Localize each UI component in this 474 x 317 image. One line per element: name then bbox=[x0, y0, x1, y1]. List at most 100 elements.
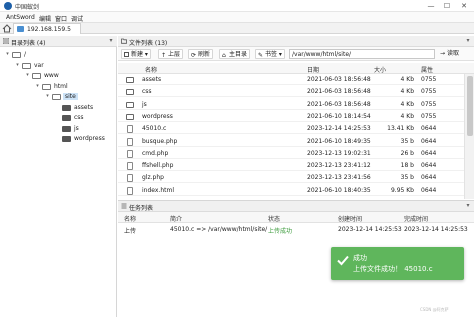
file-name: 45010.c bbox=[142, 125, 167, 133]
task-column-done[interactable]: 完成时间 bbox=[404, 214, 428, 223]
minimize-button[interactable]: — bbox=[424, 1, 438, 11]
tree-item[interactable]: js bbox=[54, 124, 114, 134]
file-size: 35 b bbox=[400, 137, 414, 145]
menu-window[interactable]: 窗口 bbox=[55, 14, 67, 23]
file-row[interactable]: js 2021-06-03 18:56:48 4 Kb 0755 bbox=[118, 100, 474, 110]
tree-item[interactable]: ▾ html bbox=[34, 82, 114, 92]
file-row[interactable]: index.html 2021-06-10 18:40:35 9.95 Kb 0644 bbox=[118, 186, 474, 196]
file-row[interactable]: cmd.php 2023-12-13 19:02:31 26 b 0644 bbox=[118, 149, 474, 159]
collapse-panel-icon[interactable]: ▾ bbox=[107, 37, 115, 45]
tree-item-label: var bbox=[34, 61, 44, 69]
tree-item[interactable]: css bbox=[54, 113, 114, 123]
tree-item[interactable]: ▾ www bbox=[24, 71, 114, 81]
file-icon bbox=[127, 149, 133, 158]
new-button[interactable]: 新建 ▾ bbox=[121, 49, 151, 59]
task-row[interactable]: 上传 45010.c => /var/www/html/site/ 上传成功 2… bbox=[118, 224, 474, 235]
menu-antsword[interactable]: AntSword bbox=[6, 14, 35, 21]
task-column-name[interactable]: 名称 bbox=[124, 214, 136, 223]
refresh-icon: ⟳ bbox=[191, 52, 197, 59]
file-grid-header: 名称 日期 大小 属性 bbox=[118, 63, 474, 74]
file-size: 35 b bbox=[400, 174, 414, 182]
tree-item-label: www bbox=[44, 72, 59, 79]
task-status: 上传成功 bbox=[268, 228, 293, 235]
file-row[interactable]: ffshell.php 2023-12-13 23:41:12 18 b 0644 bbox=[118, 161, 474, 172]
task-name: 上传 bbox=[124, 228, 137, 235]
tab-bar: 192.168.159.5 bbox=[0, 23, 474, 34]
success-toast[interactable]: 成功 上传文件成功！ 45010.c bbox=[331, 247, 464, 280]
file-row[interactable]: assets 2021-06-03 18:56:48 4 Kb 0755 bbox=[118, 75, 474, 85]
file-date: 2021-06-03 18:56:48 bbox=[307, 76, 371, 83]
task-column-status[interactable]: 状态 bbox=[268, 214, 280, 223]
toast-message: 上传文件成功！ 45010.c bbox=[353, 265, 433, 273]
file-date: 2021-06-10 18:14:54 bbox=[307, 112, 371, 120]
tree-item-label: css bbox=[74, 114, 84, 121]
file-icon bbox=[127, 174, 133, 183]
bookmarks-button[interactable]: ✎ 书签 ▾ bbox=[255, 49, 285, 59]
file-date: 2021-06-10 18:40:35 bbox=[307, 186, 371, 194]
close-button[interactable]: ✕ bbox=[457, 1, 471, 11]
list-icon bbox=[121, 203, 127, 209]
file-name: css bbox=[142, 88, 152, 96]
file-perm: 0644 bbox=[421, 125, 437, 133]
file-name: busque.php bbox=[142, 137, 178, 145]
maximize-button[interactable]: ☐ bbox=[440, 1, 454, 11]
file-perm: 0755 bbox=[421, 112, 437, 120]
column-perm[interactable]: 属性 bbox=[421, 65, 433, 74]
file-size: 4 Kb bbox=[400, 76, 414, 83]
expand-toggle-icon[interactable]: ▾ bbox=[4, 51, 11, 58]
file-icon bbox=[127, 137, 133, 146]
collapse-panel-icon[interactable]: ▾ bbox=[464, 202, 472, 210]
file-date: 2021-06-03 18:56:48 bbox=[307, 88, 371, 96]
file-size: 26 b bbox=[400, 149, 414, 157]
folder-icon bbox=[126, 89, 134, 96]
task-desc: 45010.c => /var/www/html/site/ bbox=[170, 226, 268, 233]
file-date: 2021-06-10 18:49:35 bbox=[307, 137, 371, 145]
expand-toggle-icon[interactable]: ▾ bbox=[34, 83, 41, 90]
read-button[interactable]: → 读取 bbox=[438, 49, 461, 59]
tree-item[interactable]: assets bbox=[54, 103, 114, 113]
tree-item[interactable]: wordpress bbox=[54, 134, 114, 144]
file-name: assets bbox=[142, 76, 162, 83]
refresh-button[interactable]: ⟳ 刷新 bbox=[188, 49, 214, 59]
file-name: index.html bbox=[142, 186, 174, 194]
file-date: 2021-06-03 18:56:48 bbox=[307, 100, 371, 108]
column-size[interactable]: 大小 bbox=[374, 65, 386, 74]
arrow-up-icon: ↑ bbox=[161, 52, 167, 59]
path-input[interactable] bbox=[289, 49, 435, 59]
scrollbar-thumb[interactable] bbox=[467, 76, 473, 136]
column-date[interactable]: 日期 bbox=[307, 65, 319, 74]
up-button[interactable]: ↑ 上层 bbox=[158, 49, 184, 59]
tab-shell-session[interactable]: 192.168.159.5 bbox=[13, 23, 81, 34]
tree-item[interactable]: ▾ site bbox=[44, 92, 114, 102]
file-row[interactable]: busque.php 2021-06-10 18:49:35 35 b 0644 bbox=[118, 137, 474, 147]
collapse-panel-icon[interactable]: ▾ bbox=[464, 37, 472, 45]
home-icon[interactable] bbox=[2, 24, 12, 33]
menu-debug[interactable]: 调试 bbox=[71, 14, 83, 23]
file-row[interactable]: wordpress 2021-06-10 18:14:54 4 Kb 0755 bbox=[118, 112, 474, 122]
menu-edit[interactable]: 编辑 bbox=[39, 14, 51, 23]
monitor-icon bbox=[17, 26, 24, 32]
file-size: 18 b bbox=[400, 162, 414, 170]
file-size: 4 Kb bbox=[400, 112, 414, 120]
folder-icon bbox=[121, 38, 127, 44]
tree-item-label: site bbox=[63, 93, 78, 100]
expand-toggle-icon[interactable]: ▾ bbox=[14, 62, 21, 69]
file-grid-scrollbar[interactable] bbox=[464, 74, 474, 199]
file-row[interactable]: glz.php 2023-12-13 23:41:56 35 b 0644 bbox=[118, 173, 474, 184]
task-column-created[interactable]: 创建时间 bbox=[338, 214, 362, 223]
column-name[interactable]: 名称 bbox=[145, 65, 157, 74]
tree-item-label: assets bbox=[74, 103, 94, 111]
home-dir-button[interactable]: ⌂ 主目录 bbox=[219, 49, 251, 59]
file-row[interactable]: css 2021-06-03 18:56:48 4 Kb 0755 bbox=[118, 87, 474, 98]
expand-toggle-icon[interactable]: ▾ bbox=[44, 93, 51, 100]
directory-panel: 目录列表 (4) ▾ ▾ / ▾ var ▾ www ▾ html ▾ site assets css… bbox=[0, 36, 117, 317]
task-column-desc[interactable]: 简介 bbox=[170, 214, 182, 223]
file-perm: 0755 bbox=[421, 88, 437, 96]
file-row[interactable]: 45010.c 2023-12-14 14:25:53 13.41 Kb 0644 bbox=[118, 124, 474, 135]
tree-item[interactable]: ▾ var bbox=[14, 61, 114, 71]
tree-item-label: js bbox=[74, 124, 79, 132]
file-panel-header: 文件列表 (13) ▾ bbox=[118, 36, 474, 47]
expand-toggle-icon[interactable]: ▾ bbox=[24, 72, 31, 79]
file-date: 2023-12-13 23:41:56 bbox=[307, 174, 371, 182]
tree-item[interactable]: ▾ / bbox=[4, 50, 114, 60]
